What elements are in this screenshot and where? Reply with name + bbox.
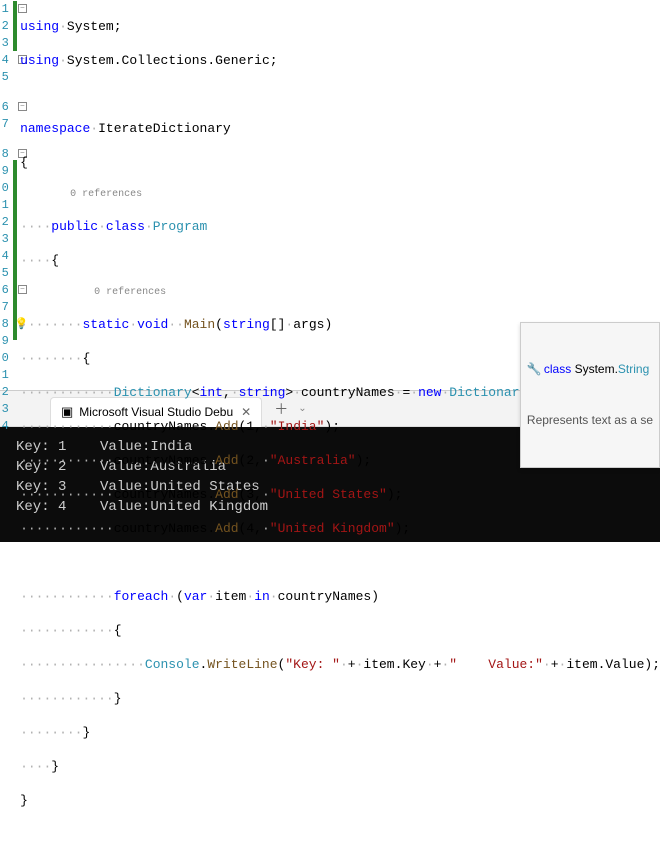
references-link[interactable]: 0 references [94, 287, 166, 298]
change-marker [13, 160, 17, 340]
change-marker [13, 1, 17, 51]
wrench-icon: 🔧 [527, 362, 542, 376]
intellisense-tooltip: 🔧class System.String Represents text as … [520, 322, 660, 468]
line-number-gutter: 12345 67 89012345678901234 [0, 0, 13, 390]
marker-margin: − − − − − 💡 [13, 0, 20, 390]
references-link[interactable]: 0 references [70, 189, 142, 200]
code-editor[interactable]: 12345 67 89012345678901234 − − − − − 💡 u… [0, 0, 660, 390]
code-area[interactable]: using·System; using·System.Collections.G… [20, 0, 660, 390]
